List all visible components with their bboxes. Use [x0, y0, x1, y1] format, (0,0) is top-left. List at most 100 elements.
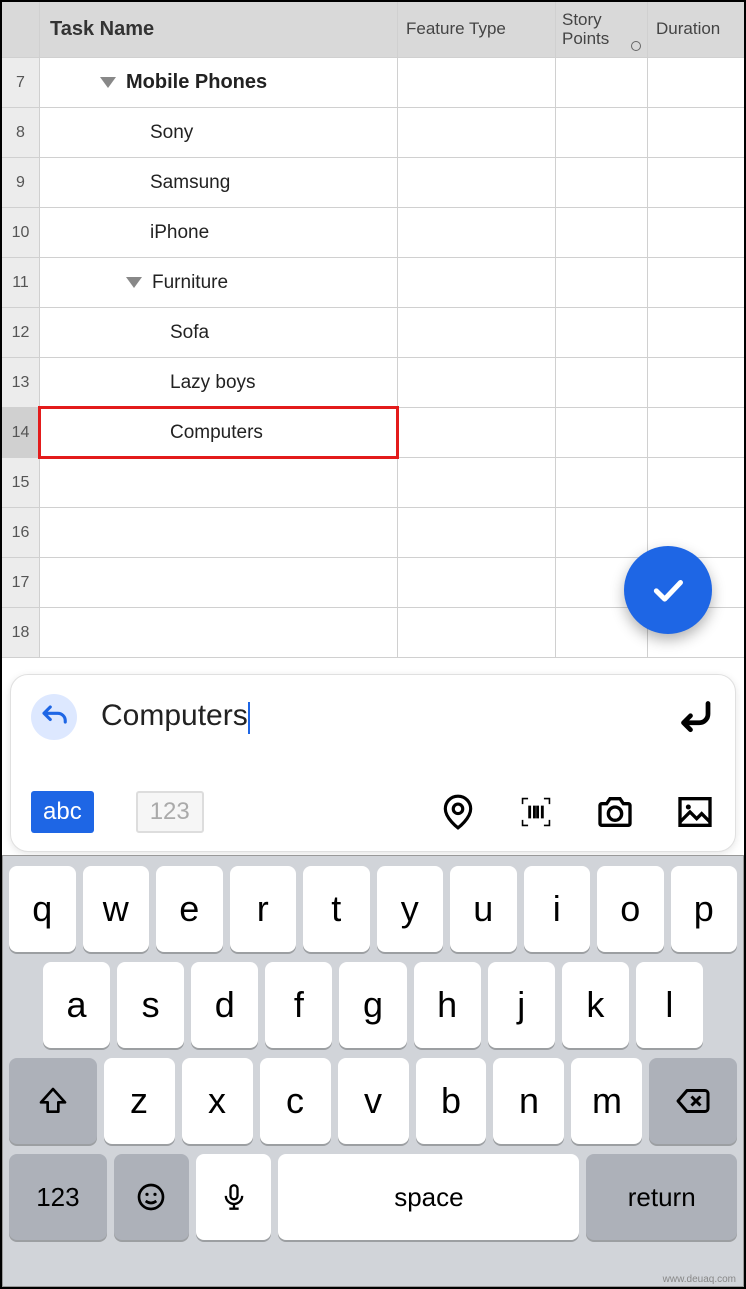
feature-cell[interactable]: [398, 58, 556, 107]
key-q[interactable]: q: [9, 866, 76, 952]
row-number[interactable]: 12: [2, 308, 40, 357]
task-cell[interactable]: [40, 508, 398, 557]
key-a[interactable]: a: [43, 962, 110, 1048]
key-o[interactable]: o: [597, 866, 664, 952]
mode-number-button[interactable]: 123: [136, 791, 204, 833]
table-row[interactable]: 13Lazy boys: [2, 358, 744, 408]
feature-cell[interactable]: [398, 458, 556, 507]
row-number[interactable]: 7: [2, 58, 40, 107]
row-number[interactable]: 8: [2, 108, 40, 157]
feature-cell[interactable]: [398, 258, 556, 307]
key-w[interactable]: w: [83, 866, 150, 952]
row-number[interactable]: 14: [2, 408, 40, 457]
row-number[interactable]: 9: [2, 158, 40, 207]
feature-cell[interactable]: [398, 508, 556, 557]
key-e[interactable]: e: [156, 866, 223, 952]
key-y[interactable]: y: [377, 866, 444, 952]
task-cell[interactable]: [40, 558, 398, 607]
key-x[interactable]: x: [182, 1058, 253, 1144]
mode-text-button[interactable]: abc: [31, 791, 94, 833]
feature-cell[interactable]: [398, 558, 556, 607]
feature-cell[interactable]: [398, 308, 556, 357]
key-k[interactable]: k: [562, 962, 629, 1048]
task-cell[interactable]: [40, 608, 398, 657]
key-g[interactable]: g: [339, 962, 406, 1048]
key-t[interactable]: t: [303, 866, 370, 952]
table-row[interactable]: 11Furniture: [2, 258, 744, 308]
key-l[interactable]: l: [636, 962, 703, 1048]
task-cell[interactable]: Sony: [40, 108, 398, 157]
duration-cell[interactable]: [648, 258, 744, 307]
key-b[interactable]: b: [416, 1058, 487, 1144]
location-icon[interactable]: [439, 793, 477, 831]
table-row[interactable]: 8Sony: [2, 108, 744, 158]
story-cell[interactable]: [556, 208, 648, 257]
story-cell[interactable]: [556, 158, 648, 207]
feature-cell[interactable]: [398, 208, 556, 257]
confirm-button[interactable]: [624, 546, 712, 634]
key-i[interactable]: i: [524, 866, 591, 952]
dictation-key[interactable]: [196, 1154, 271, 1240]
duration-cell[interactable]: [648, 358, 744, 407]
table-row[interactable]: 16: [2, 508, 744, 558]
story-cell[interactable]: [556, 508, 648, 557]
camera-icon[interactable]: [595, 792, 635, 832]
duration-cell[interactable]: [648, 208, 744, 257]
table-row[interactable]: 15: [2, 458, 744, 508]
key-u[interactable]: u: [450, 866, 517, 952]
duration-cell[interactable]: [648, 408, 744, 457]
key-h[interactable]: h: [414, 962, 481, 1048]
key-s[interactable]: s: [117, 962, 184, 1048]
story-cell[interactable]: [556, 308, 648, 357]
row-number[interactable]: 13: [2, 358, 40, 407]
story-cell[interactable]: [556, 108, 648, 157]
chevron-down-icon[interactable]: [126, 277, 142, 288]
row-number[interactable]: 16: [2, 508, 40, 557]
row-number[interactable]: 10: [2, 208, 40, 257]
duration-cell[interactable]: [648, 308, 744, 357]
story-cell[interactable]: [556, 58, 648, 107]
space-key[interactable]: space: [278, 1154, 579, 1240]
row-number[interactable]: 17: [2, 558, 40, 607]
story-cell[interactable]: [556, 458, 648, 507]
row-number[interactable]: 11: [2, 258, 40, 307]
feature-cell[interactable]: [398, 408, 556, 457]
duration-cell[interactable]: [648, 458, 744, 507]
col-header-story[interactable]: Story Points: [556, 2, 648, 57]
task-cell[interactable]: Computers: [40, 408, 398, 457]
table-row[interactable]: 7Mobile Phones: [2, 58, 744, 108]
task-cell[interactable]: Lazy boys: [40, 358, 398, 407]
numbers-key[interactable]: 123: [9, 1154, 107, 1240]
shift-key[interactable]: [9, 1058, 97, 1144]
key-c[interactable]: c: [260, 1058, 331, 1144]
return-key[interactable]: return: [586, 1154, 737, 1240]
task-cell[interactable]: Furniture: [40, 258, 398, 307]
image-icon[interactable]: [675, 792, 715, 832]
cell-text-input[interactable]: Computers: [101, 699, 649, 733]
feature-cell[interactable]: [398, 608, 556, 657]
col-header-feature[interactable]: Feature Type: [398, 2, 556, 57]
table-row[interactable]: 10iPhone: [2, 208, 744, 258]
task-cell[interactable]: [40, 458, 398, 507]
table-row[interactable]: 14Computers: [2, 408, 744, 458]
emoji-key[interactable]: [114, 1154, 189, 1240]
task-cell[interactable]: Samsung: [40, 158, 398, 207]
key-p[interactable]: p: [671, 866, 738, 952]
barcode-icon[interactable]: [517, 793, 555, 831]
key-d[interactable]: d: [191, 962, 258, 1048]
enter-button[interactable]: [673, 693, 715, 740]
table-row[interactable]: 12Sofa: [2, 308, 744, 358]
task-cell[interactable]: Mobile Phones: [40, 58, 398, 107]
story-cell[interactable]: [556, 358, 648, 407]
task-cell[interactable]: Sofa: [40, 308, 398, 357]
table-row[interactable]: 9Samsung: [2, 158, 744, 208]
duration-cell[interactable]: [648, 158, 744, 207]
col-header-task[interactable]: Task Name: [40, 2, 398, 57]
story-cell[interactable]: [556, 408, 648, 457]
duration-cell[interactable]: [648, 58, 744, 107]
key-v[interactable]: v: [338, 1058, 409, 1144]
key-j[interactable]: j: [488, 962, 555, 1048]
row-number[interactable]: 18: [2, 608, 40, 657]
story-cell[interactable]: [556, 258, 648, 307]
feature-cell[interactable]: [398, 358, 556, 407]
